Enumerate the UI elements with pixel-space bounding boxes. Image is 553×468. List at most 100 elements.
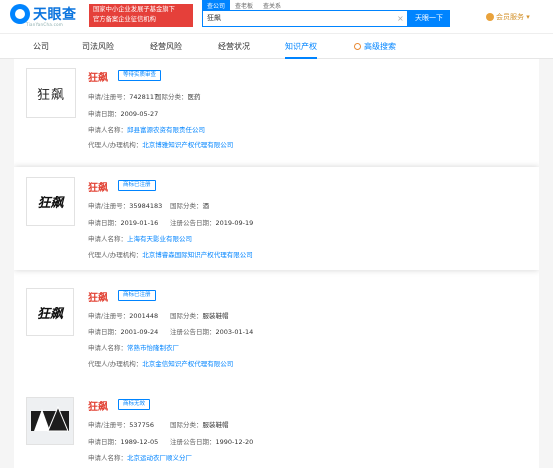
trademark-logo-text: 狂飙 xyxy=(36,306,63,322)
nav-company[interactable]: 公司 xyxy=(33,34,49,59)
advanced-search-label: 高级搜索 xyxy=(364,42,396,51)
status-badge: 商标无效 xyxy=(118,399,151,410)
reg-no-row: 申请/注册号：537756 xyxy=(88,419,154,429)
trademark-name[interactable]: 狂飙 xyxy=(88,398,108,413)
reg-no-row: 申请/注册号：2001448 xyxy=(88,310,158,320)
nav-intellectual-property[interactable]: 知识产权 xyxy=(285,34,317,59)
intl-class-label: 国际分类： xyxy=(170,202,203,210)
apply-date-row: 申请日期：1989-12-05 xyxy=(88,436,158,446)
applicant-row: 申请人名称：北京运动衣厂顺义分厂 xyxy=(88,452,192,462)
reg-no-value: 7428117 xyxy=(129,93,159,101)
apply-date-label: 申请日期： xyxy=(88,328,121,336)
clear-icon[interactable]: × xyxy=(397,11,404,26)
applicant-label: 申请人名称： xyxy=(88,235,127,243)
status-badge: 商标已注册 xyxy=(118,180,156,191)
agent-link[interactable]: 北京博雅知识产权代理有限公司 xyxy=(142,141,233,149)
announce-date-row: 注册公告日期：1990-12-20 xyxy=(170,436,253,446)
announce-date-value: 1990-12-20 xyxy=(215,438,254,446)
gov-badge-line1: 国家中小企业发展子基金旗下 xyxy=(93,6,175,13)
trademark-item[interactable]: 狂飙 狂飙 等待实质审查 申请/注册号：7428117 国际分类：医药 申请日期… xyxy=(14,59,539,164)
apply-date-value: 1989-12-05 xyxy=(120,438,159,446)
trademark-image[interactable]: 狂飙 xyxy=(26,288,74,336)
nav-business-risk[interactable]: 经营风险 xyxy=(150,34,182,59)
search-button[interactable]: 天眼一下 xyxy=(408,10,450,27)
intl-class-row: 国际分类：酒 xyxy=(170,200,209,210)
status-badge: 等待实质审查 xyxy=(118,70,162,81)
applicant-label: 申请人名称： xyxy=(88,454,127,462)
intl-class-row: 国际分类：医药 xyxy=(155,91,201,101)
apply-date-value: 2001-09-24 xyxy=(120,328,159,336)
reg-no-label: 申请/注册号： xyxy=(88,421,130,429)
trademark-item[interactable]: 狂飙 狂飙 商标已注册 申请/注册号：35984183 国际分类：酒 申请日期：… xyxy=(14,167,539,270)
kuangbiao-logo-graphic xyxy=(31,405,69,432)
reg-no-value: 35984183 xyxy=(129,202,163,210)
trademark-image[interactable] xyxy=(26,397,74,445)
gov-badge-line2: 官方备案企业征信机构 xyxy=(93,16,156,23)
apply-date-row: 申请日期：2009-05-27 xyxy=(88,108,158,118)
trademark-image[interactable]: 狂飙 xyxy=(26,177,75,226)
trademark-list: 狂飙 狂飙 等待实质审查 申请/注册号：7428117 国际分类：医药 申请日期… xyxy=(14,59,539,468)
intl-class-value: 服装鞋帽 xyxy=(202,312,229,320)
search-input[interactable]: 狂飙 xyxy=(202,10,408,27)
intl-class-value: 医药 xyxy=(187,93,201,101)
reg-no-value: 2001448 xyxy=(129,312,159,320)
trademark-name[interactable]: 狂飙 xyxy=(88,289,108,304)
reg-no-label: 申请/注册号： xyxy=(88,312,130,320)
applicant-link[interactable]: 常熟市怡隆制衣厂 xyxy=(127,344,179,352)
trademark-name[interactable]: 狂飙 xyxy=(88,69,108,84)
applicant-row: 申请人名称：邱县富源农资有限责任公司 xyxy=(88,124,205,134)
agent-row: 代理人/办理机构：北京博睿森国际知识产权代理有限公司 xyxy=(88,249,253,259)
applicant-link[interactable]: 邱县富源农资有限责任公司 xyxy=(127,126,205,134)
top-header: 天眼查 TianYanCha.com 国家中小企业发展子基金旗下 官方备案企业征… xyxy=(0,0,553,33)
agent-label: 代理人/办理机构： xyxy=(88,141,143,149)
apply-date-value: 2019-01-16 xyxy=(120,219,159,227)
site-logo[interactable]: 天眼查 xyxy=(10,4,77,24)
trademark-logo-text: 狂飙 xyxy=(37,196,64,211)
logo-subtext: TianYanCha.com xyxy=(26,22,64,27)
apply-date-label: 申请日期： xyxy=(88,438,121,446)
dimension-nav: 公司 司法风险 经营风险 经营状况 知识产权 高级搜索 xyxy=(0,33,553,59)
trademark-name[interactable]: 狂飙 xyxy=(88,179,108,194)
announce-date-label: 注册公告日期： xyxy=(170,438,216,446)
trademark-item[interactable]: 狂飙 狂飙 商标已注册 申请/注册号：2001448 国际分类：服装鞋帽 申请日… xyxy=(14,278,539,378)
apply-date-label: 申请日期： xyxy=(88,110,121,118)
agent-link[interactable]: 北京金信知识产权代理有限公司 xyxy=(142,360,233,368)
announce-date-row: 注册公告日期：2019-09-19 xyxy=(170,217,253,227)
status-badge: 商标已注册 xyxy=(118,290,156,301)
search-icon xyxy=(354,43,361,50)
trademark-logo-text: 狂飙 xyxy=(36,87,65,103)
agent-label: 代理人/办理机构： xyxy=(88,360,143,368)
vip-service-menu[interactable]: 会员服务 ▾ xyxy=(486,12,530,22)
agent-row: 代理人/办理机构：北京金信知识产权代理有限公司 xyxy=(88,358,233,368)
announce-date-label: 注册公告日期： xyxy=(170,328,216,336)
logo-text: 天眼查 xyxy=(33,7,77,23)
applicant-link[interactable]: 上海有天影业有限公司 xyxy=(127,235,192,243)
agent-label: 代理人/办理机构： xyxy=(88,251,143,259)
intl-class-row: 国际分类：服装鞋帽 xyxy=(170,419,229,429)
applicant-label: 申请人名称： xyxy=(88,344,127,352)
agent-link[interactable]: 北京博睿森国际知识产权代理有限公司 xyxy=(142,251,253,259)
applicant-link[interactable]: 北京运动衣厂顺义分厂 xyxy=(127,454,192,462)
intl-class-value: 服装鞋帽 xyxy=(202,421,229,429)
intl-class-value: 酒 xyxy=(202,202,210,210)
apply-date-value: 2009-05-27 xyxy=(120,110,159,118)
announce-date-value: 2003-01-14 xyxy=(215,328,254,336)
announce-date-label: 注册公告日期： xyxy=(170,219,216,227)
applicant-label: 申请人名称： xyxy=(88,126,127,134)
gov-badge: 国家中小企业发展子基金旗下 官方备案企业征信机构 xyxy=(89,4,193,27)
intl-class-label: 国际分类： xyxy=(155,93,188,101)
reg-no-label: 申请/注册号： xyxy=(88,202,130,210)
nav-legal-risk[interactable]: 司法风险 xyxy=(82,34,114,59)
apply-date-row: 申请日期：2019-01-16 xyxy=(88,217,158,227)
reg-no-value: 537756 xyxy=(129,421,155,429)
trademark-item[interactable]: 狂飙 商标无效 申请/注册号：537756 国际分类：服装鞋帽 申请日期：198… xyxy=(14,386,539,468)
reg-no-row: 申请/注册号：7428117 xyxy=(88,91,158,101)
vip-label: 会员服务 ▾ xyxy=(496,13,530,21)
announce-date-value: 2019-09-19 xyxy=(215,219,254,227)
nav-business-status[interactable]: 经营状况 xyxy=(218,34,250,59)
intl-class-label: 国际分类： xyxy=(170,421,203,429)
agent-row: 代理人/办理机构：北京博雅知识产权代理有限公司 xyxy=(88,139,233,149)
nav-advanced-search[interactable]: 高级搜索 xyxy=(354,34,396,59)
applicant-row: 申请人名称：常熟市怡隆制衣厂 xyxy=(88,342,179,352)
trademark-image[interactable]: 狂飙 xyxy=(26,68,76,118)
